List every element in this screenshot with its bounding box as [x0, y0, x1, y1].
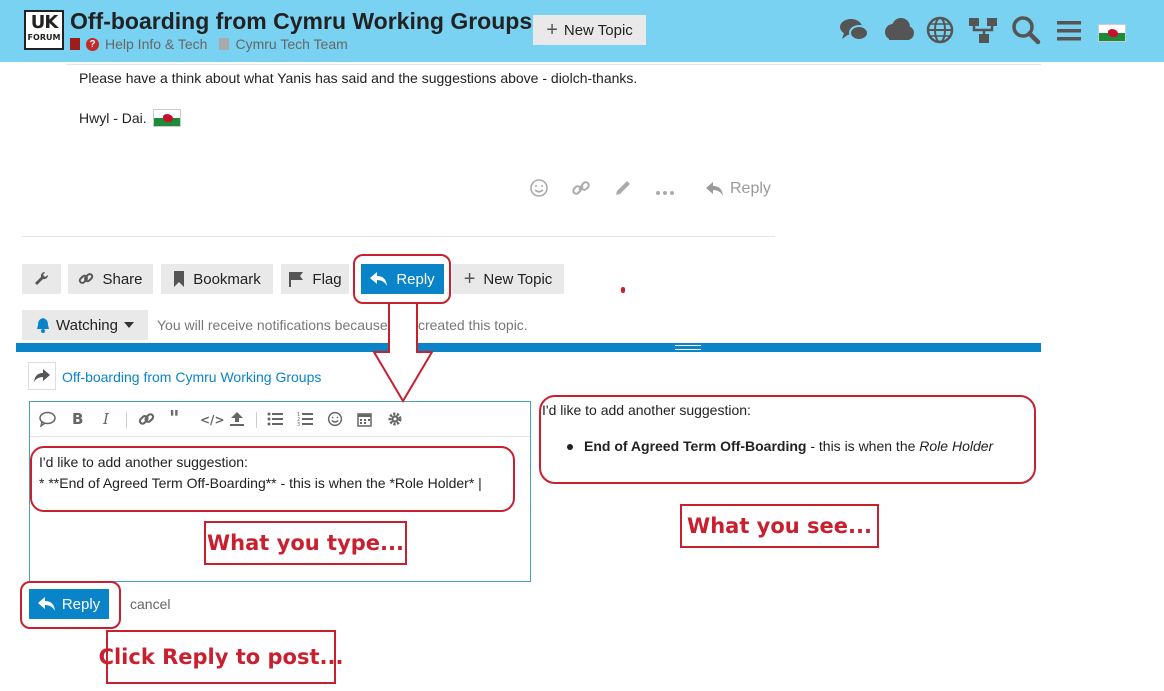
footer-new-topic-label: New Topic — [483, 270, 553, 288]
footer-new-topic-button[interactable]: + New Topic — [452, 264, 564, 294]
welsh-flag-emoji-icon — [152, 109, 181, 127]
bookmark-button[interactable]: Bookmark — [161, 264, 273, 294]
flag-label: Flag — [312, 270, 342, 288]
notification-reason-text: You will receive notifications because y… — [157, 317, 528, 333]
numbered-list-icon[interactable]: 123 — [297, 411, 313, 431]
globe-icon[interactable] — [924, 14, 956, 46]
edit-pencil-icon[interactable] — [613, 178, 633, 203]
calendar-icon[interactable] — [357, 411, 372, 431]
hamburger-menu-icon[interactable] — [1053, 14, 1085, 46]
emoji-icon[interactable] — [327, 411, 343, 431]
search-icon[interactable] — [1010, 14, 1042, 46]
bookmark-label: Bookmark — [193, 270, 261, 288]
svg-text:3: 3 — [297, 422, 300, 427]
category-color-swatch — [70, 38, 80, 50]
bold-icon[interactable]: B — [72, 410, 83, 428]
reply-share-arrow-icon[interactable] — [28, 362, 56, 390]
quote-bubble-icon[interactable] — [39, 411, 56, 431]
composer-resize-bar[interactable] — [16, 343, 1041, 352]
annotation-down-arrow-icon — [372, 302, 434, 403]
annotation-dot — [621, 287, 625, 293]
category-breadcrumb: ? Help Info & Tech Cymru Tech Team — [70, 36, 348, 52]
gear-icon[interactable] — [387, 411, 403, 431]
like-emoji-icon[interactable] — [529, 178, 549, 203]
bullet-list-icon[interactable] — [267, 411, 283, 431]
editor-toolbar: B I " </> 123 — [30, 402, 530, 437]
post-top-divider — [66, 64, 1041, 65]
plus-icon: + — [546, 19, 558, 41]
composer-reply-to-title[interactable]: Off-boarding from Cymru Working Groups — [62, 369, 321, 385]
plus-icon: + — [463, 268, 476, 290]
toolbar-separator — [126, 412, 127, 428]
flag-graphic — [1098, 23, 1126, 42]
reply-arrow-icon — [706, 182, 723, 196]
site-header: UK FORUM Off-boarding from Cymru Working… — [0, 0, 1164, 62]
annotation-what-you-type: What you type... — [204, 521, 407, 565]
category-parent-link[interactable]: Help Info & Tech — [105, 36, 207, 52]
blockquote-icon[interactable]: " — [169, 406, 179, 430]
admin-wrench-button[interactable] — [22, 264, 61, 294]
header-new-topic-button[interactable]: + New Topic — [533, 15, 646, 45]
highlight-submit-reply — [20, 581, 121, 629]
subcategory-color-swatch — [219, 38, 230, 50]
wrench-icon — [34, 271, 48, 285]
header-new-topic-label: New Topic — [563, 21, 633, 39]
post-reply-button[interactable]: Reply — [706, 180, 771, 198]
highlight-topic-reply — [353, 254, 451, 304]
post-signoff-text: Hwyl - Dai. — [79, 110, 147, 126]
share-label: Share — [102, 270, 143, 288]
post-text-line: Please have a think about what Yanis has… — [79, 70, 638, 86]
question-icon: ? — [86, 37, 99, 51]
flag-icon — [289, 272, 304, 287]
chat-bubbles-icon[interactable] — [838, 14, 870, 46]
annotation-click-reply: Click Reply to post... — [99, 630, 343, 684]
italic-icon[interactable]: I — [103, 410, 109, 428]
watching-label: Watching — [56, 316, 118, 334]
bell-icon — [37, 318, 49, 333]
hyperlink-icon[interactable] — [138, 411, 155, 432]
link-icon[interactable] — [571, 178, 591, 203]
cloud-icon[interactable] — [881, 14, 914, 46]
resize-grip-icon[interactable] — [675, 345, 701, 350]
upload-icon[interactable] — [229, 411, 245, 431]
welsh-flag-icon[interactable] — [1096, 16, 1128, 48]
sitemap-icon[interactable] — [967, 14, 999, 46]
more-options-icon[interactable] — [655, 182, 675, 203]
annotation-what-you-see: What you see... — [680, 504, 879, 548]
bookmark-icon — [174, 271, 185, 287]
code-icon[interactable]: </> — [200, 413, 225, 427]
highlight-preview — [539, 395, 1036, 484]
topic-title[interactable]: Off-boarding from Cymru Working Groups — [70, 8, 532, 35]
site-logo[interactable]: UK FORUM — [24, 10, 64, 50]
toolbar-separator — [256, 412, 257, 428]
logo-text-uk: UK — [30, 12, 59, 33]
caret-down-icon — [123, 322, 134, 328]
post-bottom-divider — [22, 236, 775, 237]
notification-level-dropdown[interactable]: Watching — [22, 310, 148, 340]
composer-cancel-link[interactable]: cancel — [130, 596, 170, 612]
link-icon — [79, 273, 94, 284]
category-child-link[interactable]: Cymru Tech Team — [235, 36, 347, 52]
post-signoff: Hwyl - Dai. — [79, 109, 181, 127]
share-button[interactable]: Share — [68, 264, 153, 294]
logo-text-forum: FORUM — [27, 33, 61, 42]
post-reply-label: Reply — [730, 180, 771, 197]
flag-button[interactable]: Flag — [281, 264, 349, 294]
highlight-editor-text — [30, 446, 515, 512]
